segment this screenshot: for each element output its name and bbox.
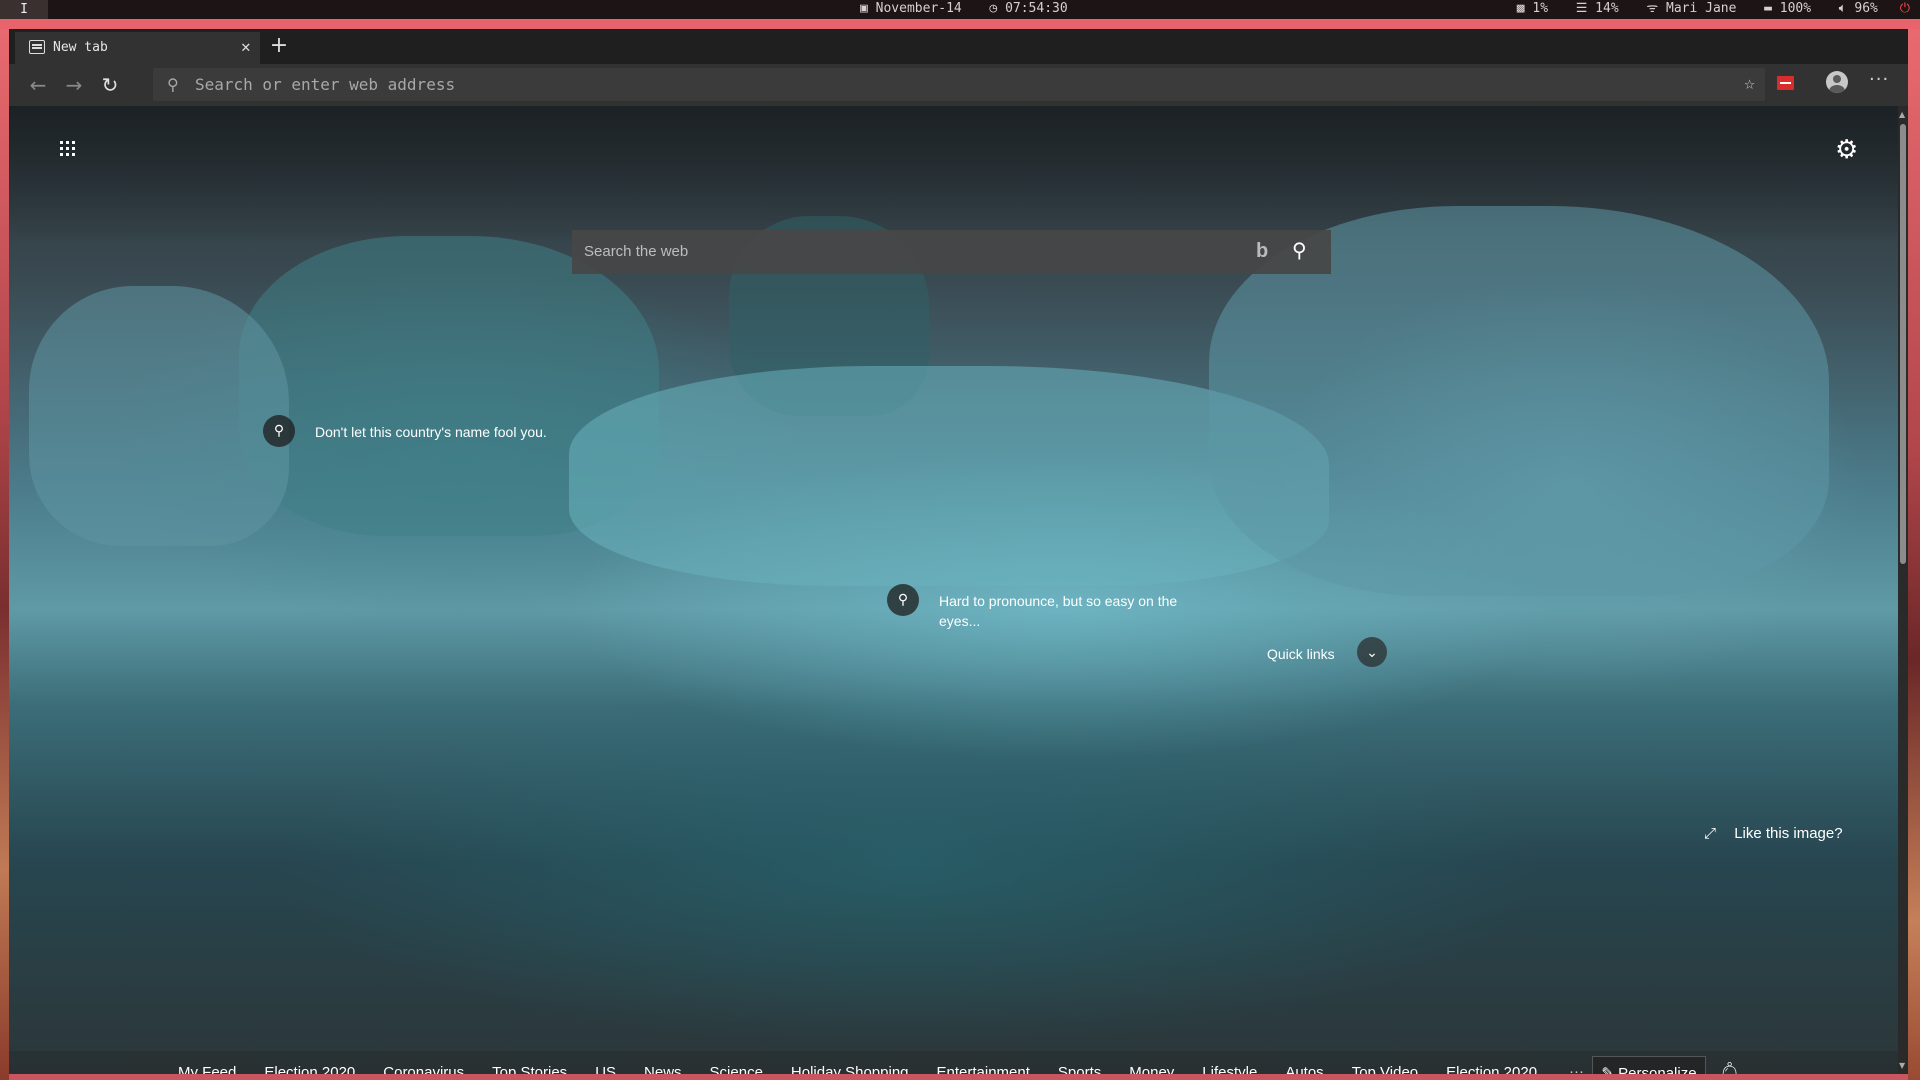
status-area: ▩ 1% ☰ 14% ᯤ Mari Jane ▬ 100% 🔈︎ 96% ⏻ <box>1517 0 1910 17</box>
gear-icon[interactable]: ⚙ <box>1835 135 1858 165</box>
web-search-placeholder: Search the web <box>584 243 689 260</box>
back-button[interactable]: ← <box>22 70 54 100</box>
hotspot-text: Hard to pronounce, but so easy on the ey… <box>939 593 1178 629</box>
new-tab-page: ⚙ Search the web b ⚲ ⚲ Don't let this co… <box>9 106 1898 1074</box>
feed-item[interactable]: Autos <box>1285 1064 1323 1074</box>
battery-text: 100% <box>1779 1 1812 16</box>
feed-item[interactable]: US <box>595 1064 616 1074</box>
desktop-border <box>0 19 1920 29</box>
pencil-icon: ✎ <box>1601 1065 1614 1074</box>
image-hotspot[interactable]: ⚲ Hard to pronounce, but so easy on the … <box>887 584 1187 634</box>
address-placeholder: Search or enter web address <box>195 75 456 94</box>
image-hotspot[interactable]: ⚲ Don't let this country's name fool you… <box>263 415 663 449</box>
profile-avatar[interactable] <box>1826 71 1848 93</box>
page-icon <box>29 40 45 54</box>
feed-items: My Feed Election 2020 Coronavirus Top Stori… <box>178 1064 1565 1074</box>
feed-item[interactable]: Election 2020 <box>1446 1064 1537 1074</box>
favorite-star-icon[interactable]: ☆ <box>1744 73 1755 94</box>
forward-button[interactable]: → <box>58 70 90 100</box>
feed-item[interactable]: Entertainment <box>937 1064 1030 1074</box>
feed-item[interactable]: Holiday Shopping <box>791 1064 909 1074</box>
chevron-down-icon: ⌄ <box>1357 637 1387 667</box>
search-icon: ⚲ <box>887 584 919 616</box>
feed-item[interactable]: My Feed <box>178 1064 236 1074</box>
date-text: November-14 <box>875 1 962 16</box>
extension-icon[interactable] <box>1777 76 1794 90</box>
tab-strip: New tab ✕ + <box>9 29 1908 64</box>
memory-icon: ☰ <box>1575 1 1588 16</box>
tab-new-tab[interactable]: New tab ✕ <box>15 32 260 64</box>
desktop-wallpaper-left <box>0 29 9 1080</box>
apps-grid-icon[interactable] <box>60 141 78 159</box>
cpu-text: 1% <box>1532 1 1549 16</box>
refresh-button[interactable]: ↻ <box>94 70 126 100</box>
wifi-text: Mari Jane <box>1666 1 1737 16</box>
time-text: 07:54:30 <box>1005 1 1068 16</box>
scrollbar-thumb[interactable] <box>1900 124 1906 564</box>
search-icon: ⚲ <box>263 415 295 447</box>
volume-text: 96% <box>1854 1 1878 16</box>
clock-area: ▣ November-14 ◷ 07:54:30 <box>860 0 1068 17</box>
feed-navigation: My Feed Election 2020 Coronavirus Top Stori… <box>9 1051 1898 1074</box>
desktop-wallpaper-right <box>1908 29 1920 1080</box>
system-status-bar: I ▣ November-14 ◷ 07:54:30 ▩ 1% ☰ 14% ᯤ … <box>0 0 1920 19</box>
bell-icon[interactable]: 🔔︎ <box>1717 1060 1742 1074</box>
calendar-icon: ▣ <box>860 1 868 16</box>
more-feed-icon[interactable]: ··· <box>1569 1063 1584 1074</box>
search-icon[interactable]: ⚲ <box>1292 238 1307 263</box>
feed-item[interactable]: Election 2020 <box>264 1064 355 1074</box>
wifi-icon: ᯤ <box>1646 1 1659 16</box>
cpu-icon: ▩ <box>1516 1 1525 16</box>
address-bar[interactable]: ⚲ Search or enter web address ☆ <box>153 68 1765 101</box>
scroll-down-icon[interactable]: ▼ <box>1899 1061 1905 1070</box>
feed-item[interactable]: Lifestyle <box>1202 1064 1257 1074</box>
scroll-up-icon[interactable]: ▲ <box>1899 110 1905 119</box>
bing-logo-icon: b <box>1256 240 1269 262</box>
web-search-box[interactable]: Search the web b ⚲ <box>572 230 1331 274</box>
scrollbar[interactable]: ▲ ▼ <box>1898 106 1908 1074</box>
tab-label: New tab <box>53 40 108 55</box>
feed-item[interactable]: Money <box>1129 1064 1174 1074</box>
feed-item[interactable]: Sports <box>1058 1064 1101 1074</box>
browser-toolbar: ← → ↻ ⚲ Search or enter web address ☆ ··… <box>9 64 1908 106</box>
expand-icon: ⤢ <box>1704 825 1717 842</box>
close-icon[interactable]: ✕ <box>241 37 251 56</box>
memory-text: 14% <box>1595 1 1619 16</box>
battery-icon: ▬ <box>1764 1 1772 16</box>
new-tab-button[interactable]: + <box>264 31 294 61</box>
quick-links-label: Quick links <box>1267 646 1335 662</box>
personalize-label: Personalize <box>1618 1065 1697 1074</box>
feed-item[interactable]: Top Stories <box>492 1064 567 1074</box>
feed-item[interactable]: Science <box>710 1064 763 1074</box>
like-image-link[interactable]: ⤢ Like this image? <box>1704 825 1843 842</box>
workspace-indicator[interactable]: I <box>0 0 48 19</box>
hotspot-text: Don't let this country's name fool you. <box>315 424 547 440</box>
background-image <box>29 286 289 546</box>
like-image-label: Like this image? <box>1734 825 1843 842</box>
feed-item[interactable]: Top Video <box>1352 1064 1418 1074</box>
browser-window: New tab ✕ + ← → ↻ ⚲ Search or enter web … <box>9 29 1908 1074</box>
feed-item[interactable]: News <box>644 1064 682 1074</box>
search-icon: ⚲ <box>167 75 179 94</box>
more-menu-icon[interactable]: ··· <box>1869 69 1889 90</box>
power-icon[interactable]: ⏻ <box>1900 1 1910 16</box>
personalize-button[interactable]: ✎ Personalize <box>1592 1056 1706 1074</box>
feed-item[interactable]: Coronavirus <box>383 1064 464 1074</box>
volume-icon: 🔈︎ <box>1838 1 1847 16</box>
quick-links-toggle[interactable]: Quick links ⌄ <box>1267 637 1387 667</box>
clock-icon: ◷ <box>989 1 998 16</box>
